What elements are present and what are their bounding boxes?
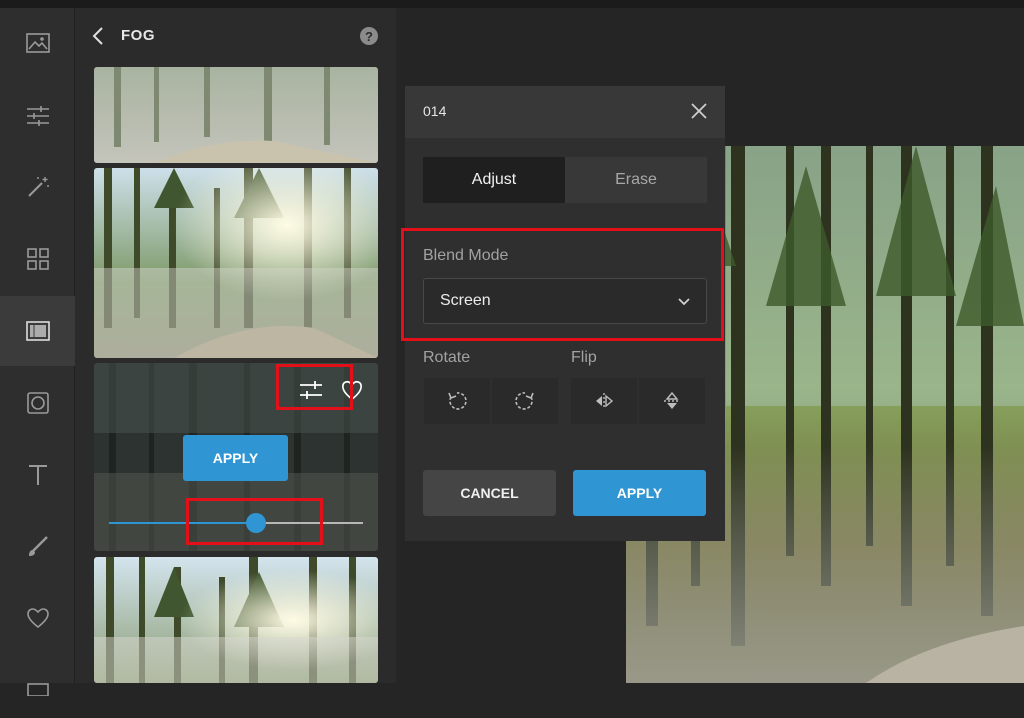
forest-fog-thumbnail-image [94, 557, 378, 683]
heart-icon [26, 608, 49, 629]
back-arrow-icon[interactable] [91, 26, 105, 46]
tool-text[interactable] [0, 440, 75, 510]
highlight-adjust-icon [276, 364, 353, 410]
dialog-header: 014 [405, 86, 725, 138]
tab-erase[interactable]: Erase [565, 157, 707, 203]
rotate-right-icon [515, 392, 534, 410]
overlays-panel: FOG ? APPLY [75, 8, 396, 683]
tool-image[interactable] [0, 8, 75, 78]
magic-wand-icon [27, 177, 49, 197]
tool-overlays[interactable] [0, 296, 75, 366]
forest-fog-thumbnail-image [94, 168, 378, 358]
flip-vertical-button[interactable] [639, 378, 705, 424]
flip-vertical-icon [664, 391, 680, 409]
forest-fog-thumbnail-image [94, 67, 378, 163]
top-bar [0, 0, 1024, 8]
overlay-thumbnail[interactable] [94, 168, 378, 358]
flip-horizontal-button[interactable] [571, 378, 637, 424]
rotate-label: Rotate [423, 349, 471, 366]
highlight-slider [186, 498, 323, 545]
grid-icon [26, 248, 49, 270]
tool-layouts[interactable] [0, 224, 75, 294]
image-icon [25, 33, 50, 53]
rotate-right-button[interactable] [492, 378, 558, 424]
rotate-left-icon [448, 392, 467, 410]
left-toolbar [0, 8, 75, 696]
text-icon [28, 465, 47, 485]
overlay-thumbnail[interactable] [94, 67, 378, 163]
tool-effects[interactable] [0, 152, 75, 222]
panel-title: FOG [121, 27, 155, 44]
help-icon[interactable]: ? [360, 27, 378, 45]
highlight-blend-mode [401, 228, 724, 341]
flip-label: Flip [571, 349, 597, 366]
more-icon [26, 683, 49, 696]
close-icon[interactable] [690, 102, 708, 120]
apply-button[interactable]: APPLY [573, 470, 706, 516]
overlay-thumbnail[interactable] [94, 557, 378, 683]
tab-adjust[interactable]: Adjust [423, 157, 565, 203]
flip-horizontal-icon [596, 393, 614, 409]
frame-icon [26, 392, 49, 414]
cancel-button[interactable]: CANCEL [423, 470, 556, 516]
dialog-title: 014 [423, 103, 447, 119]
thumb-apply-button[interactable]: APPLY [183, 435, 288, 481]
tool-draw[interactable] [0, 511, 75, 581]
tool-favorites[interactable] [0, 583, 75, 653]
tool-frames[interactable] [0, 368, 75, 438]
sliders-icon [26, 106, 49, 126]
tool-more[interactable] [0, 648, 75, 718]
rotate-left-button[interactable] [424, 378, 490, 424]
overlays-icon [25, 321, 50, 341]
brush-icon [28, 536, 48, 556]
tool-adjust[interactable] [0, 81, 75, 151]
panel-header: FOG ? [75, 8, 396, 63]
